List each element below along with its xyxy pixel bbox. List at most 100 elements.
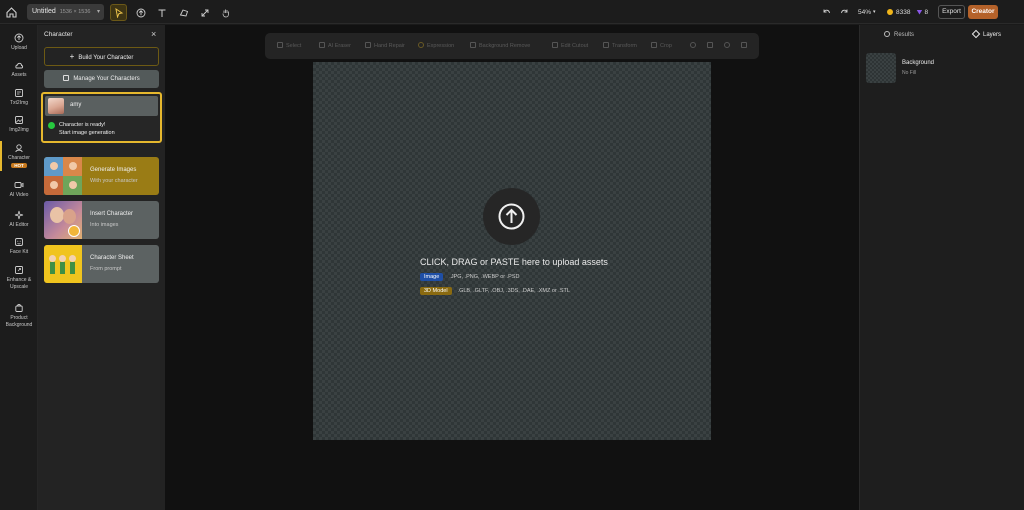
character-panel: Character × + Build Your Character Manage… — [38, 25, 165, 510]
rail-item-face-kit[interactable]: Face Kit — [0, 237, 38, 255]
canvas-stage[interactable]: Select AI Eraser Hand Repair Expression … — [165, 25, 1021, 510]
coin-icon — [887, 9, 893, 15]
document-dimensions: 1536 × 1536 — [59, 9, 91, 15]
panel-title: Character — [44, 31, 73, 38]
hand-icon — [222, 9, 229, 17]
resize-tool-button[interactable] — [196, 4, 213, 21]
undo-icon[interactable] — [822, 0, 832, 24]
ctx-ai-eraser[interactable]: AI Eraser — [319, 33, 351, 59]
character-card[interactable]: amy Character is ready! Start image gene… — [41, 92, 162, 143]
document-name: Untitled — [32, 8, 56, 15]
scissors-icon — [552, 42, 558, 48]
rail-label: Img2Img — [9, 127, 29, 133]
upload-circle-icon — [136, 8, 145, 17]
rail-item-txt2img[interactable]: Txt2Img — [0, 88, 38, 106]
character-sheet-thumbnail — [44, 245, 82, 283]
character-avatar — [48, 98, 64, 114]
crop-icon — [651, 42, 657, 48]
ctx-label: Select — [286, 43, 302, 49]
rail-label: Face Kit — [9, 249, 29, 255]
generate-images-card[interactable]: Generate Images With your character — [44, 157, 159, 195]
rail-item-img2img[interactable]: Img2Img — [0, 115, 38, 133]
rail-item-ai-video[interactable]: AI Video — [0, 180, 38, 198]
shape-tool-button[interactable] — [175, 4, 192, 21]
rail-item-character[interactable]: Character HOT — [0, 141, 38, 171]
rail-item-ai-editor[interactable]: AI Editor — [0, 210, 38, 228]
tab-label: Layers — [983, 32, 1002, 38]
rail-item-assets[interactable]: Assets — [0, 60, 38, 78]
rail-label: Txt2Img — [9, 100, 29, 106]
chevron-down-icon: ▾ — [873, 9, 876, 15]
bag-icon — [15, 304, 23, 312]
shape-icon — [179, 8, 188, 17]
rail-label: Enhance & Upscale — [6, 277, 32, 290]
upscale-icon — [15, 266, 23, 274]
creator-button[interactable]: Creator — [968, 5, 998, 19]
rail-label: Character — [8, 155, 30, 161]
model-formats-row: 3D Model .GLB, .GLTF, .OBJ, .3DS, .DAE, .… — [420, 287, 570, 295]
cursor-icon — [277, 42, 283, 48]
image-tag: Image — [420, 273, 444, 281]
rail-label: Upload — [11, 45, 27, 51]
build-character-button[interactable]: + Build Your Character — [44, 47, 159, 66]
ready-status-text: Character is ready! Start image generati… — [59, 121, 115, 137]
download-icon[interactable] — [741, 33, 750, 59]
rail-label: Assets — [11, 72, 27, 78]
manage-characters-button[interactable]: Manage Your Characters — [44, 70, 159, 88]
image-formats: .JPG, .PNG, .WEBP or .PSD — [449, 274, 520, 280]
ctx-transform[interactable]: Transform — [603, 33, 637, 59]
rail-item-upload[interactable]: Upload — [0, 33, 38, 51]
credits-display[interactable]: 8338 8 — [887, 0, 928, 24]
upload-instructions: CLICK, DRAG or PASTE here to upload asse… — [420, 257, 608, 267]
ctx-select[interactable]: Select — [277, 33, 301, 59]
gem-icon — [916, 9, 923, 15]
hot-badge: HOT — [11, 163, 27, 168]
image-icon — [15, 116, 23, 124]
layer-thumbnail[interactable] — [866, 53, 896, 83]
credits-count: 8338 — [896, 8, 911, 16]
character-icon — [15, 144, 23, 153]
zoom-dropdown[interactable]: 54% ▾ — [858, 0, 876, 24]
insert-character-card[interactable]: Insert Character Into images — [44, 201, 159, 239]
status-line-2: Start image generation — [59, 130, 115, 136]
close-icon[interactable]: × — [151, 29, 156, 39]
hand-tool-button[interactable] — [217, 4, 234, 21]
feature-title: Character Sheet — [90, 255, 134, 261]
select-tool-button[interactable] — [110, 4, 127, 21]
hand-icon — [365, 42, 371, 48]
favorite-icon[interactable] — [724, 33, 733, 59]
text-tool-button[interactable] — [153, 4, 170, 21]
rotate-icon[interactable] — [690, 33, 699, 59]
frame-icon[interactable] — [707, 33, 716, 59]
upload-dropzone-button[interactable] — [483, 188, 540, 245]
rail-item-enhance-upscale[interactable]: Enhance & Upscale — [0, 265, 38, 291]
rail-label: AI Video — [9, 192, 29, 198]
ctx-expression[interactable]: Expression — [418, 33, 454, 59]
rail-label: AI Editor — [9, 222, 29, 228]
rail-item-product-background[interactable]: Product Background — [0, 303, 38, 329]
layer-name[interactable]: Background — [902, 60, 934, 66]
rail-label: Product Background — [5, 315, 33, 328]
document-title[interactable]: Untitled 1536 × 1536 ▾ — [27, 4, 104, 20]
ctx-crop[interactable]: Crop — [651, 33, 672, 59]
model-tag: 3D Model — [420, 287, 452, 295]
artboard[interactable]: CLICK, DRAG or PASTE here to upload asse… — [313, 62, 711, 440]
ctx-hand-repair[interactable]: Hand Repair — [365, 33, 405, 59]
feature-subtitle: With your character — [90, 178, 138, 184]
ready-status-icon — [48, 122, 55, 129]
generate-images-thumbnail — [44, 157, 82, 195]
ctx-edit-cutout[interactable]: Edit Cutout — [552, 33, 588, 59]
export-button[interactable]: Export — [938, 5, 965, 19]
home-icon[interactable] — [5, 6, 18, 19]
top-bar: Untitled 1536 × 1536 ▾ 54% ▾ 8338 8 Expor… — [0, 0, 1024, 24]
upload-tool-button[interactable] — [132, 4, 149, 21]
tab-layers[interactable]: Layers — [971, 29, 1002, 39]
character-sheet-card[interactable]: Character Sheet From prompt — [44, 245, 159, 283]
ctx-background-remove[interactable]: Background Remove — [470, 33, 530, 59]
upload-icon — [14, 33, 24, 43]
tab-label: Results — [894, 32, 915, 38]
redo-icon[interactable] — [840, 0, 850, 24]
tab-results[interactable]: Results — [884, 31, 914, 38]
cursor-icon — [114, 7, 123, 18]
feature-subtitle: From prompt — [90, 266, 122, 272]
